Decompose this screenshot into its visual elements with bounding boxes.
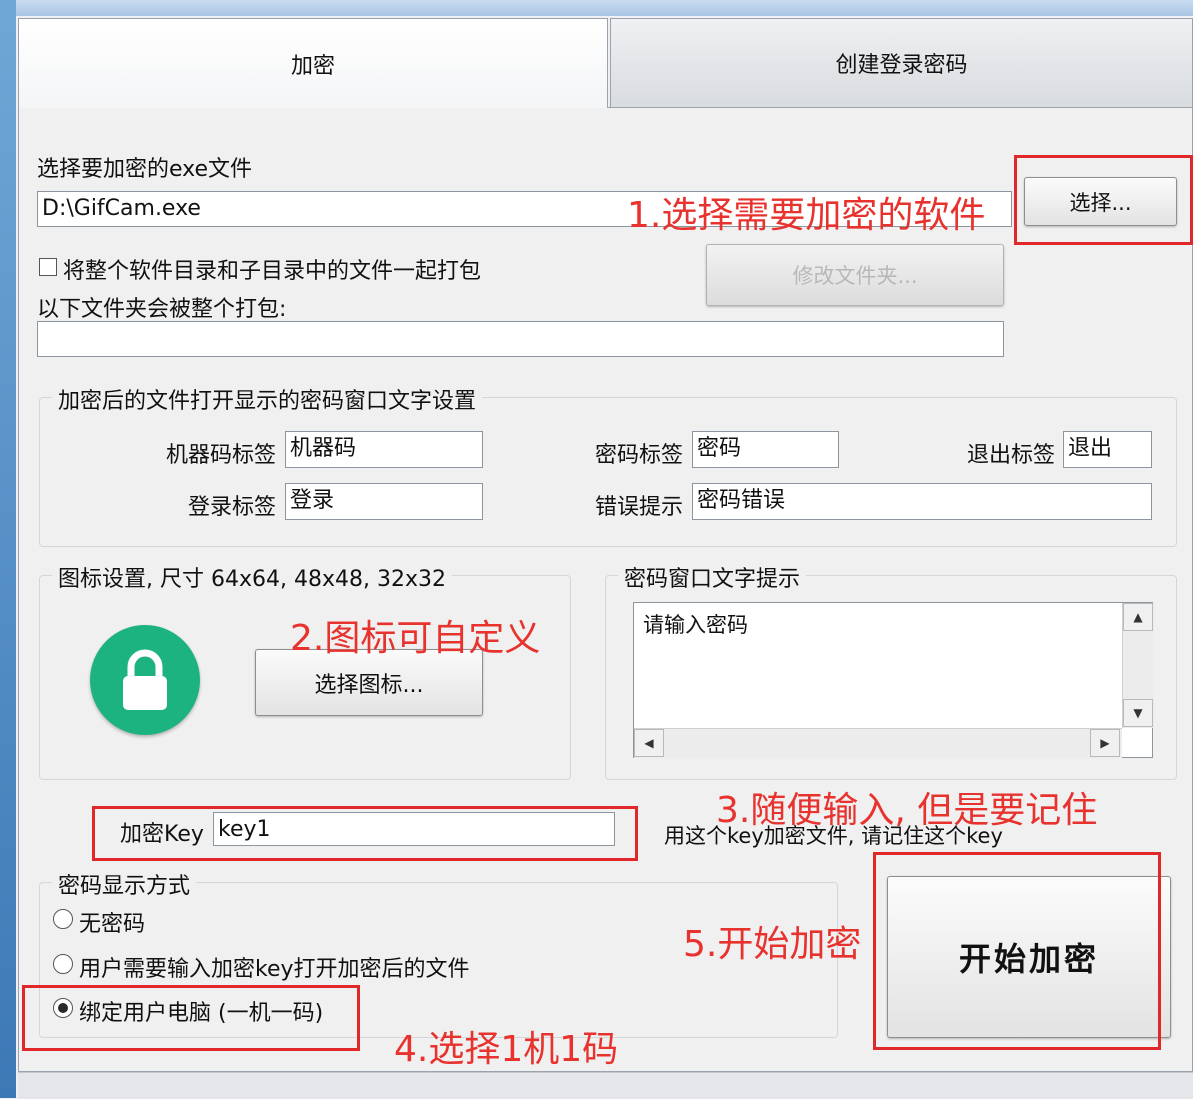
lock-icon	[123, 649, 167, 710]
scroll-right-arrow-icon[interactable]: ▶	[1090, 729, 1120, 757]
modify-folder-button[interactable]: 修改文件夹...	[706, 244, 1004, 306]
machine-code-label: 机器码标签	[166, 443, 277, 468]
annotation-2: 2.图标可自定义	[290, 618, 541, 659]
exit-tag-label: 退出标签	[967, 443, 1056, 468]
exe-file-label: 选择要加密的exe文件	[37, 157, 253, 182]
tab-create-login-password[interactable]: 创建登录密码	[610, 18, 1193, 108]
horizontal-scrollbar[interactable]: ◀ ▶	[634, 728, 1122, 758]
radio-no-password[interactable]	[53, 909, 73, 929]
window-top-edge	[0, 0, 1193, 16]
password-window-group	[39, 397, 1177, 547]
annotation-4: 4.选择1机1码	[394, 1029, 619, 1070]
window-left-edge	[0, 0, 16, 1098]
annotation-box-key	[92, 806, 638, 861]
annotation-box-choose	[1014, 155, 1193, 245]
prompt-text: 请输入密码	[643, 613, 748, 637]
error-tip-label: 错误提示	[595, 495, 684, 520]
login-tag-label: 登录标签	[188, 495, 277, 520]
pack-folder-input[interactable]	[37, 321, 1004, 357]
login-tag-input[interactable]: 登录	[285, 483, 483, 520]
vertical-scrollbar[interactable]: ▲ ▼	[1122, 603, 1154, 728]
prompt-text-legend: 密码窗口文字提示	[618, 561, 807, 593]
display-mode-legend: 密码显示方式	[52, 868, 197, 900]
icon-settings-legend: 图标设置, 尺寸 64x64, 48x48, 32x32	[52, 561, 452, 593]
annotation-3: 3.随便输入, 但是要记住	[716, 790, 1098, 831]
scroll-up-arrow-icon[interactable]: ▲	[1123, 603, 1153, 631]
error-tip-input[interactable]: 密码错误	[692, 483, 1152, 520]
annotation-box-bind	[22, 985, 360, 1051]
tab-encrypt[interactable]: 加密	[18, 18, 608, 108]
password-window-legend: 加密后的文件打开显示的密码窗口文字设置	[52, 383, 483, 415]
exit-tag-input[interactable]: 退出	[1063, 431, 1152, 468]
annotation-box-start	[873, 852, 1161, 1050]
radio-no-password-label: 无密码	[79, 912, 146, 937]
radio-input-key[interactable]	[53, 954, 73, 974]
prompt-textarea[interactable]: 请输入密码 ▲ ▼ ◀ ▶	[633, 602, 1154, 758]
pack-folder-label: 将整个软件目录和子目录中的文件一起打包	[63, 259, 482, 284]
app-icon-preview	[90, 625, 200, 735]
scroll-left-arrow-icon[interactable]: ◀	[634, 729, 664, 757]
pack-folder-list-label: 以下文件夹会被整个打包:	[37, 297, 287, 322]
status-bar	[18, 1072, 1193, 1099]
radio-input-key-label: 用户需要输入加密key打开加密后的文件	[79, 957, 470, 982]
annotation-1: 1.选择需要加密的软件	[627, 195, 986, 236]
pack-folder-checkbox[interactable]	[39, 258, 57, 276]
tab-label: 创建登录密码	[835, 53, 968, 78]
tab-label: 加密	[290, 53, 335, 79]
scroll-down-arrow-icon[interactable]: ▼	[1123, 699, 1153, 727]
annotation-5: 5.开始加密	[683, 924, 862, 965]
password-tag-label: 密码标签	[595, 443, 684, 468]
password-tag-input[interactable]: 密码	[692, 431, 839, 468]
machine-code-input[interactable]: 机器码	[285, 431, 483, 468]
